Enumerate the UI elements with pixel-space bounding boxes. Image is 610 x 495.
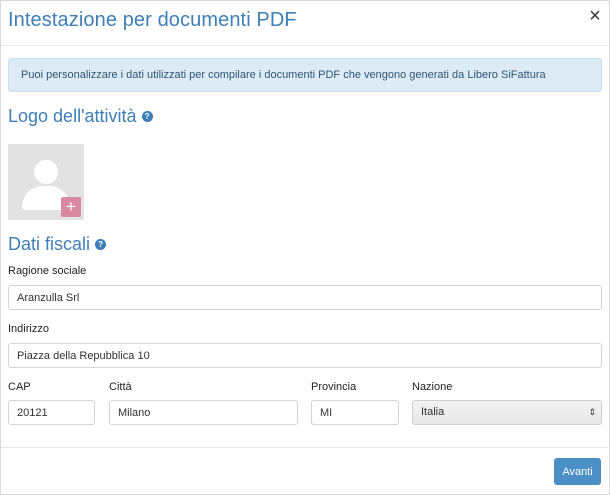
ragione-sociale-input[interactable] [8,285,602,310]
nazione-selected-value: Italia [421,406,445,418]
avatar-head-icon [34,160,58,184]
nazione-select[interactable]: Italia ⇕ [412,400,602,425]
help-icon[interactable]: ? [141,110,153,122]
indirizzo-label: Indirizzo [8,323,49,335]
fiscal-section-title: Dati fiscali? [8,234,107,255]
footer-divider [1,447,609,448]
select-arrows-icon: ⇕ [588,407,596,417]
add-logo-button[interactable]: + [61,197,81,217]
fiscal-section-title-text: Dati fiscali [8,234,91,254]
info-alert: Puoi personalizzare i dati utilizzati pe… [8,58,602,92]
indirizzo-input[interactable] [8,343,602,368]
ragione-sociale-label: Ragione sociale [8,265,87,277]
cap-input[interactable] [8,400,95,425]
avanti-button[interactable]: Avanti [554,458,601,485]
citta-label: Città [109,381,132,393]
modal-header: Intestazione per documenti PDF × [1,1,609,46]
citta-input[interactable] [109,400,298,425]
cap-label: CAP [8,381,31,393]
nazione-label: Nazione [412,381,453,393]
pdf-header-modal: Intestazione per documenti PDF × Puoi pe… [0,0,610,495]
provincia-label: Provincia [311,381,357,393]
logo-section-title-text: Logo dell'attività [8,106,137,126]
help-icon[interactable]: ? [95,238,107,250]
logo-section-title: Logo dell'attività? [8,106,153,127]
close-icon[interactable]: × [585,6,605,26]
modal-title: Intestazione per documenti PDF [8,9,297,31]
provincia-input[interactable] [311,400,399,425]
